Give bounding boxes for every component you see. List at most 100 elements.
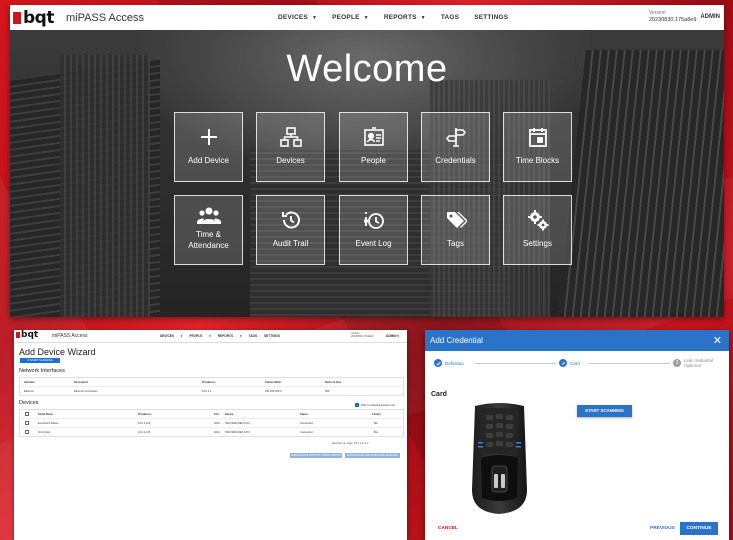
event-log-icon (340, 209, 407, 231)
start-scanning-button[interactable]: ⊡ START SCANNING (20, 358, 60, 363)
tile-audit-trail[interactable]: Audit Trail (256, 195, 325, 265)
table-header-row: Serial Name IP Address Port Device Statu… (20, 410, 403, 419)
previous-button[interactable]: PREVIOUS (650, 526, 675, 531)
close-icon[interactable]: ✕ (713, 334, 722, 347)
version-info: Version 20230830.175a8e9 (351, 332, 374, 339)
welcome-screen: bqt miPASS Access DEVICES ▼ PEOPLE ▼ REPOR… (10, 5, 724, 317)
step-link-credential[interactable]: Link credential Optional (684, 358, 713, 368)
step-number-badge: 3 (673, 359, 681, 367)
bqt-logo[interactable]: bqt (16, 330, 38, 340)
tile-tags[interactable]: Tags (421, 195, 490, 265)
row-checkbox[interactable] (25, 421, 29, 425)
table-header-row: Interface Description IP Address Subnet … (20, 378, 403, 387)
menu-people[interactable]: PEOPLE ▾ (189, 334, 210, 338)
chevron-down-icon: ▼ (311, 15, 318, 21)
select-all-checkbox[interactable] (25, 412, 29, 416)
menu-reports[interactable]: REPORTS ▾ (218, 334, 242, 338)
section-title: Card (431, 391, 447, 398)
menu-devices[interactable]: DEVICES ▼ (278, 14, 317, 21)
row-checkbox[interactable] (25, 430, 29, 434)
filter-label: Filter to selected devices only (361, 403, 396, 407)
calendar-icon (504, 126, 571, 148)
history-icon (257, 209, 324, 231)
tile-credentials[interactable]: Credentials (421, 112, 490, 182)
tile-people[interactable]: People (339, 112, 408, 182)
tile-devices[interactable]: Devices (256, 112, 325, 182)
plus-icon (175, 126, 242, 148)
tile-label: Time & Attendance (188, 230, 229, 250)
continue-button[interactable]: CONTINUE (680, 522, 718, 535)
step-connector (475, 363, 556, 364)
app-name: miPASS Access (52, 333, 88, 339)
table-row[interactable]: Ethernet Ethernet Connection 10.0.1.1 25… (20, 387, 403, 395)
tile-label: Devices (276, 156, 305, 165)
add-and-configure-button[interactable]: ⊞ ADD DEVICE AND CONFIGURE SELECTED (345, 453, 400, 458)
wizard-navbar: bqt miPASS Access DEVICES ▾ PEOPLE ▾ REP… (14, 330, 407, 343)
devices-table: Serial Name IP Address Port Device Statu… (19, 409, 404, 437)
tile-time-blocks[interactable]: Time Blocks (503, 112, 572, 182)
menu-people[interactable]: PEOPLE ▼ (332, 14, 369, 21)
app-name: miPASS Access (65, 11, 145, 24)
user-menu[interactable]: ADMIN (700, 14, 720, 20)
tile-label: People (361, 156, 386, 165)
version-info: Version 20230830.175a8e9 (649, 10, 696, 24)
logo-text: bqt (23, 7, 54, 28)
devices-title: Devices (19, 400, 39, 406)
pagination[interactable]: Records per page: 25 ▾ 1-2 of 2 (332, 442, 368, 445)
network-icon (257, 126, 324, 148)
tile-event-log[interactable]: Event Log (339, 195, 408, 265)
chevron-down-icon: ▼ (420, 15, 426, 21)
tile-label: Settings (523, 239, 552, 248)
menu-settings[interactable]: SETTINGS (264, 334, 280, 338)
check-icon (434, 359, 442, 367)
card-reader-device-image (467, 400, 532, 516)
main-menu: DEVICES ▼ PEOPLE ▼ REPORTS ▼ TAGS SETTINGS (278, 5, 523, 30)
user-menu[interactable]: ADMIN ▾ (386, 334, 399, 338)
tile-label: Tags (447, 239, 464, 248)
signpost-icon (422, 126, 489, 148)
bqt-logo[interactable]: bqt (13, 8, 54, 28)
step-definition[interactable]: Definition (445, 361, 464, 366)
step-connector (588, 363, 670, 364)
menu-reports[interactable]: REPORTS ▼ (384, 14, 426, 21)
tile-settings[interactable]: Settings (503, 195, 572, 265)
hero-background: Welcome Add Device Devices People Creden… (10, 30, 724, 317)
top-navbar: bqt miPASS Access DEVICES ▼ PEOPLE ▼ REPOR… (10, 5, 724, 30)
tile-label: Audit Trail (272, 239, 309, 248)
table-row[interactable]: Enrolment Station 10.0.1.100 4001 SKD-50… (20, 419, 403, 428)
version-label: Version (649, 10, 666, 16)
main-menu: DEVICES ▾ PEOPLE ▾ REPORTS ▾ TAGS SETTIN… (160, 334, 286, 338)
welcome-title: Welcome (286, 48, 448, 90)
tile-add-device[interactable]: Add Device (174, 112, 243, 182)
gears-icon (504, 209, 571, 231)
cancel-button[interactable]: CANCEL (438, 526, 458, 531)
tile-label: Add Device (188, 156, 229, 165)
filter-checkbox[interactable] (355, 403, 359, 407)
id-card-icon (340, 126, 407, 148)
step-card[interactable]: Card (570, 361, 580, 366)
menu-tags[interactable]: TAGS (249, 334, 258, 338)
network-interfaces-title: Network Interfaces (19, 368, 65, 374)
add-without-config-button[interactable]: ⊞ ADD DEVICE WITHOUT CONFIGURATION (290, 453, 342, 458)
tags-icon (422, 209, 489, 231)
page-title: Add Device Wizard (19, 347, 96, 357)
tile-label: Credentials (435, 156, 476, 165)
network-interfaces-table: Interface Description IP Address Subnet … (19, 377, 404, 396)
table-row[interactable]: Front Door 10.0.1.105 4001 SKD-5000-DEV-… (20, 428, 403, 436)
menu-tags[interactable]: TAGS (441, 14, 459, 21)
stepper: Definition Card 3 Link credential Optiona… (425, 351, 729, 389)
dialog-title: Add Credential (430, 336, 483, 345)
version-number: 20230830.175a8e9 (649, 17, 697, 23)
add-device-wizard-screen: bqt miPASS Access DEVICES ▾ PEOPLE ▾ REP… (14, 330, 407, 540)
group-icon (175, 206, 242, 228)
chevron-down-icon: ▼ (363, 15, 369, 21)
dialog-header: Add Credential ✕ (425, 330, 729, 351)
menu-settings[interactable]: SETTINGS (474, 14, 508, 21)
tile-label: Event Log (355, 239, 392, 248)
edit-icon (559, 359, 567, 367)
start-scanning-button[interactable]: START SCANNING (577, 405, 632, 417)
add-credential-dialog: Add Credential ✕ Definition Card 3 Link … (425, 330, 729, 540)
tile-label: Time Blocks (515, 156, 560, 165)
menu-devices[interactable]: DEVICES ▾ (160, 334, 183, 338)
tile-time-attendance[interactable]: Time & Attendance (174, 195, 243, 265)
